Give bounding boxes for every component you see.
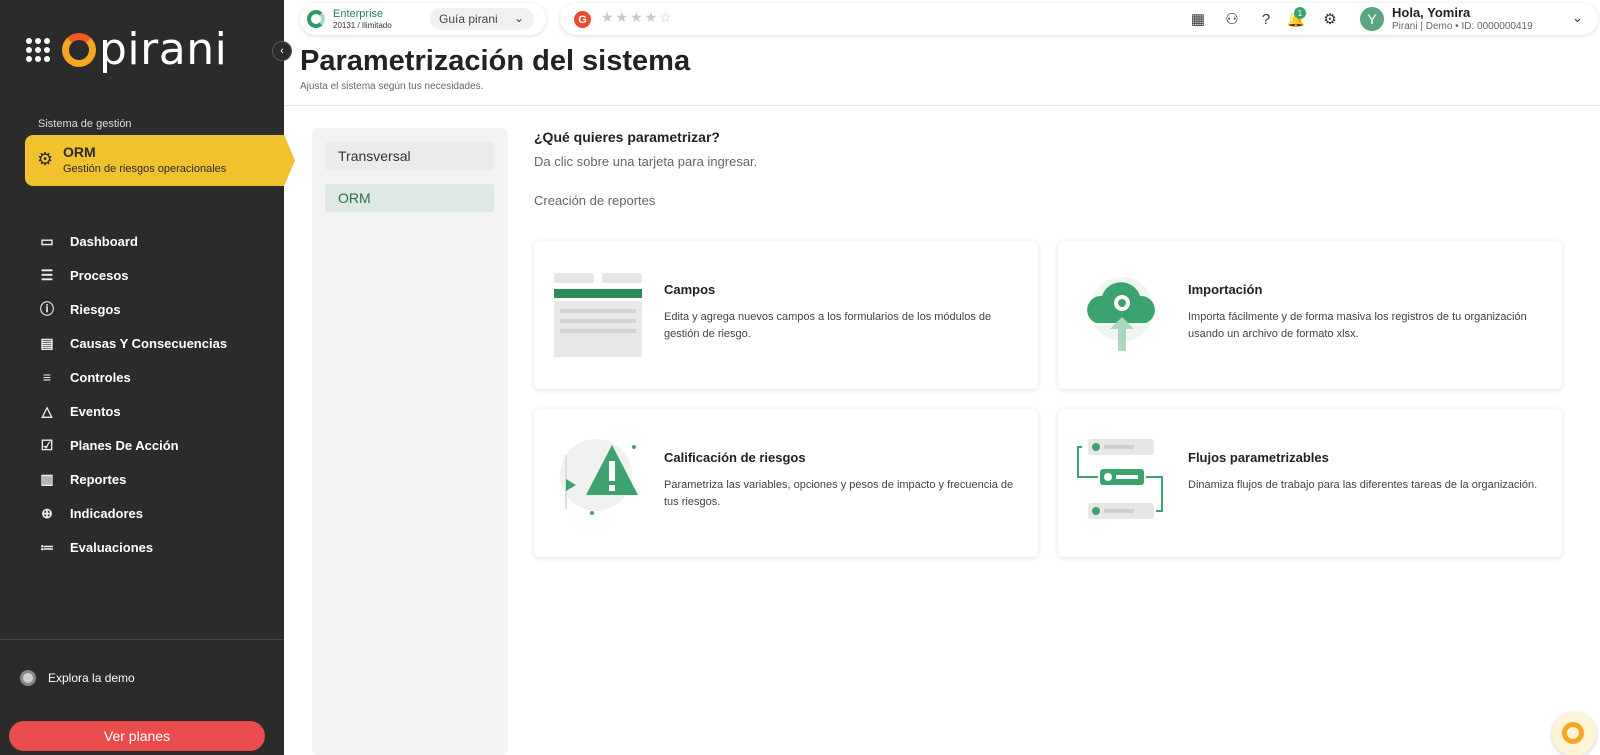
- card-title: Campos: [664, 282, 716, 297]
- sidebar-item-indicadores[interactable]: ⊕ Indicadores: [38, 496, 227, 530]
- card-description: Dinamiza flujos de trabajo para las dife…: [1188, 479, 1538, 491]
- cloud-upload-icon: [1087, 277, 1155, 351]
- checklist-icon: ☑: [40, 436, 54, 453]
- rating-stars[interactable]: ★★★★☆: [601, 9, 674, 26]
- chevron-down-icon[interactable]: ⌄: [1572, 10, 1583, 26]
- section-label: Creación de reportes: [534, 193, 656, 208]
- sidebar-item-evaluaciones[interactable]: ≔ Evaluaciones: [38, 530, 227, 564]
- active-module-card[interactable]: ⚙ ORM Gestión de riesgos operacionales: [25, 135, 295, 186]
- plan-name: Enterprise: [333, 8, 384, 20]
- header-divider: [284, 105, 1600, 106]
- form-fields-icon: [554, 273, 642, 357]
- top-toolbar: G ★★★★☆ ▦ ⚇ ? 🔔 1 ⚙ Y Hola, Yomira Piran…: [560, 3, 1598, 35]
- card-campos[interactable]: Campos Edita y agrega nuevos campos a lo…: [534, 241, 1038, 389]
- card-calificacion[interactable]: Calificación de riesgos Parametriza las …: [534, 409, 1038, 557]
- guide-label: Guía pirani: [439, 12, 498, 26]
- apps-grid-icon[interactable]: [26, 38, 50, 62]
- add-user-icon[interactable]: ⚇: [1222, 10, 1242, 30]
- module-subtitle: Gestión de riesgos operacionales: [63, 163, 227, 175]
- sliders-icon: ≡: [42, 369, 52, 385]
- sidebar-item-label: Controles: [70, 369, 131, 385]
- card-title: Flujos parametrizables: [1188, 450, 1329, 465]
- workflow-icon: [1077, 439, 1163, 519]
- g2-rating-icon[interactable]: G: [574, 11, 591, 28]
- sidebar-nav: ▭ Dashboard ☰ Procesos ⓘ Riesgos ▤ Causas Y …: [38, 224, 227, 564]
- building-icon[interactable]: ▦: [1188, 10, 1208, 30]
- explore-demo-toggle[interactable]: Explora la demo: [20, 670, 135, 686]
- settings-icon[interactable]: ⚙: [1320, 10, 1340, 30]
- page-title: Parametrización del sistema: [300, 45, 691, 77]
- category-transversal[interactable]: Transversal: [325, 142, 494, 170]
- plan-detail: 20131 / Ilimitado: [333, 21, 392, 30]
- section-label: Sistema de gestión: [38, 118, 132, 130]
- question-title: ¿Qué quieres parametrizar?: [534, 129, 720, 145]
- page-subtitle: Ajusta el sistema según tus necesidades.: [300, 81, 484, 92]
- sidebar-item-causas[interactable]: ▤ Causas Y Consecuencias: [38, 326, 227, 360]
- sidebar-item-reportes[interactable]: ▥ Reportes: [38, 462, 227, 496]
- alert-circle-icon: ⓘ: [40, 301, 54, 317]
- chevron-left-icon: ‹: [280, 45, 284, 57]
- logo-mark-icon: [62, 33, 96, 67]
- card-title: Calificación de riesgos: [664, 450, 806, 465]
- category-orm[interactable]: ORM: [325, 184, 494, 212]
- sidebar-item-label: Procesos: [70, 267, 129, 283]
- card-importacion[interactable]: Importación Importa fácilmente y de form…: [1058, 241, 1562, 389]
- card-description: Edita y agrega nuevos campos a los formu…: [664, 311, 992, 340]
- user-greeting: Hola, Yomira: [1392, 5, 1471, 20]
- sidebar-item-riesgos[interactable]: ⓘ Riesgos: [38, 292, 227, 326]
- sidebar-item-label: Eventos: [70, 403, 121, 419]
- card-description: Parametriza las variables, opciones y pe…: [664, 479, 1014, 508]
- sidebar-divider: [0, 639, 284, 640]
- warning-icon: △: [41, 402, 53, 419]
- sidebar-item-label: Reportes: [70, 471, 127, 487]
- user-info: Pirani | Demo • ID: 0000000419: [1392, 21, 1533, 32]
- crosshair-icon: ⊕: [41, 504, 53, 521]
- plan-pill: Enterprise 20131 / Ilimitado Guía pirani…: [300, 3, 546, 35]
- gear-icon: ⚙: [37, 149, 54, 169]
- cause-icon: ▤: [40, 334, 54, 351]
- card-flujos[interactable]: Flujos parametrizables Dinamiza flujos d…: [1058, 409, 1562, 557]
- sidebar-item-label: Dashboard: [70, 233, 138, 249]
- card-title: Importación: [1188, 282, 1263, 297]
- sidebar-item-label: Planes De Acción: [70, 437, 179, 453]
- logo-text: pirani: [99, 24, 228, 75]
- list-icon: ☰: [40, 266, 54, 283]
- sidebar-item-controles[interactable]: ≡ Controles: [38, 360, 227, 394]
- sidebar-item-label: Riesgos: [70, 301, 121, 317]
- chart-icon: ▥: [40, 470, 54, 487]
- chevron-down-icon: ⌄: [513, 11, 524, 25]
- sidebar-item-label: Indicadores: [70, 505, 143, 521]
- view-plans-button[interactable]: Ver planes: [9, 721, 265, 751]
- sidebar-item-planes[interactable]: ☑ Planes De Acción: [38, 428, 227, 462]
- assistant-icon: [1562, 722, 1584, 744]
- guide-dropdown[interactable]: Guía pirani ⌄: [430, 8, 534, 30]
- help-icon[interactable]: ?: [1256, 10, 1276, 30]
- evaluation-icon: ≔: [40, 538, 54, 555]
- category-panel: Transversal ORM: [312, 128, 508, 755]
- sidebar-item-label: Evaluaciones: [70, 539, 154, 555]
- assistant-chat-button[interactable]: [1552, 712, 1596, 755]
- collapse-sidebar-button[interactable]: ‹: [272, 41, 292, 61]
- module-title: ORM: [63, 144, 96, 160]
- sidebar-item-eventos[interactable]: △ Eventos: [38, 394, 227, 428]
- toggle-icon: [20, 670, 36, 686]
- monitor-icon: ▭: [40, 232, 54, 249]
- avatar[interactable]: Y: [1360, 7, 1384, 31]
- sidebar-item-dashboard[interactable]: ▭ Dashboard: [38, 224, 227, 258]
- card-description: Importa fácilmente y de forma masiva los…: [1188, 311, 1527, 340]
- instruction-text: Da clic sobre una tarjeta para ingresar.: [534, 154, 758, 169]
- sidebar: pirani Sistema de gestión ⚙ ORM Gestión …: [0, 0, 295, 755]
- notification-badge: 1: [1294, 7, 1306, 19]
- warning-triangle-icon: [560, 439, 638, 515]
- sidebar-item-label: Causas Y Consecuencias: [70, 335, 228, 351]
- plan-logo-icon: [307, 10, 325, 28]
- sidebar-item-procesos[interactable]: ☰ Procesos: [38, 258, 227, 292]
- explore-label: Explora la demo: [48, 671, 135, 685]
- pirani-logo[interactable]: pirani: [26, 28, 227, 72]
